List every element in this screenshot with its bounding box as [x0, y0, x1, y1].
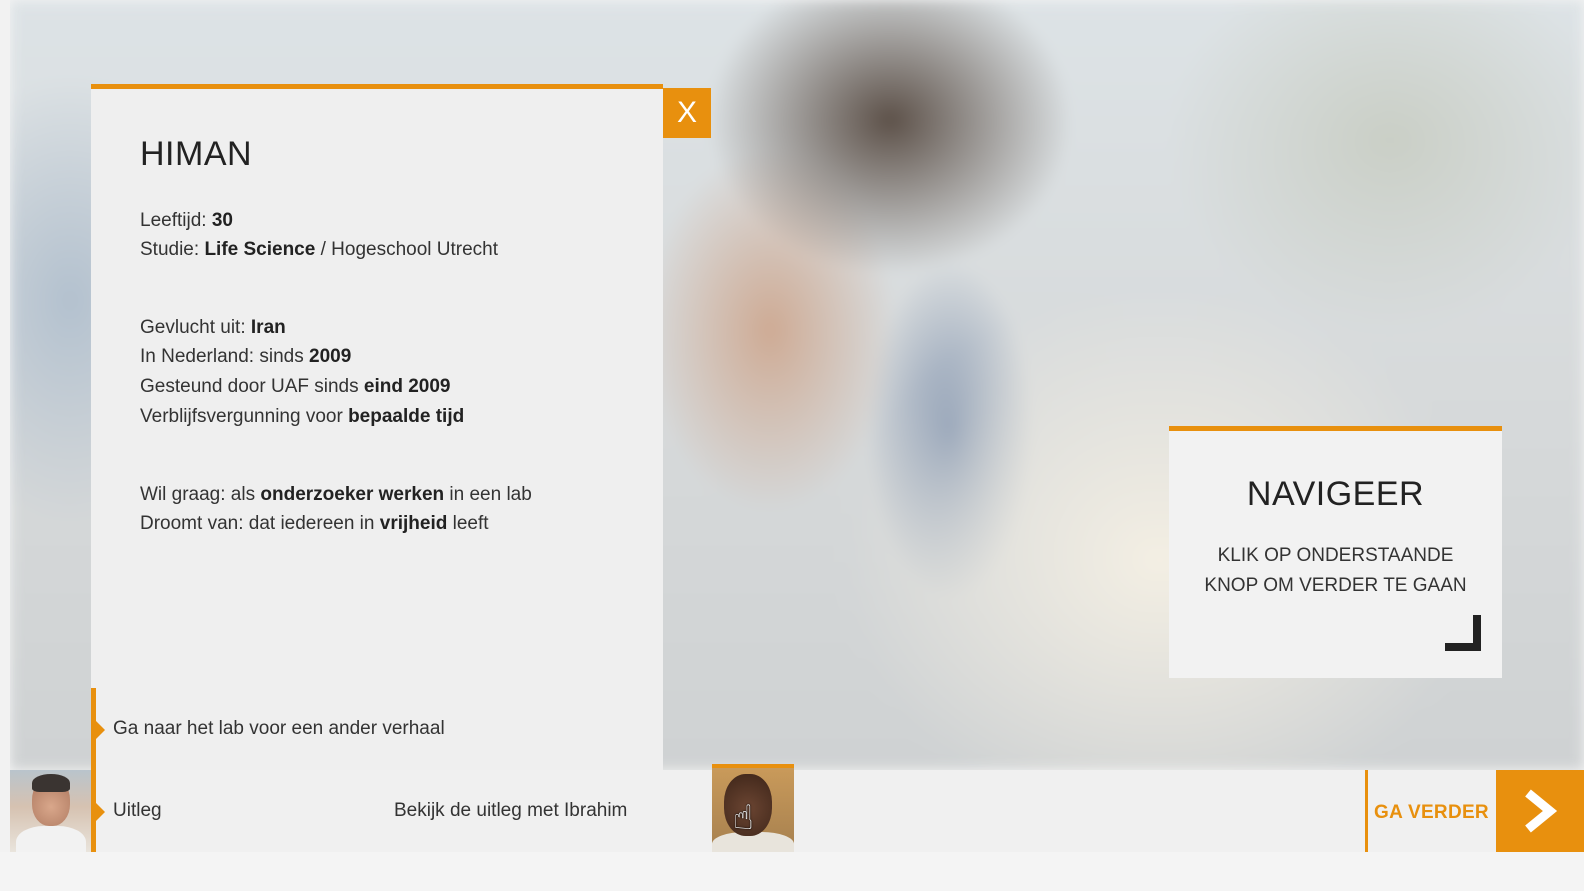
- navigate-instructions: KLIK OP ONDERSTAANDE KNOP OM VERDER TE G…: [1169, 541, 1502, 601]
- fled-label: Gevlucht uit:: [140, 317, 251, 338]
- age-value: 30: [211, 210, 233, 231]
- bottom-strip: [0, 852, 1584, 891]
- dream-line: Droomt van: dat iedereen in vrijheid lee…: [140, 513, 489, 535]
- residence-line: Verblijfsvergunning voor bepaalde tijd: [140, 406, 464, 428]
- dream-label: Droomt van: dat iedereen in: [140, 513, 380, 534]
- avatar[interactable]: [10, 770, 91, 852]
- navigate-line-2: KNOP OM VERDER TE GAAN: [1204, 575, 1467, 596]
- wish-label: Wil graag: als: [140, 484, 261, 505]
- bottom-bar: [10, 770, 1584, 852]
- marker-arrow-icon: [96, 803, 105, 821]
- study-line: Studie: Life Science / Hogeschool Utrech…: [140, 239, 498, 261]
- netherlands-line: In Nederland: sinds 2009: [140, 346, 351, 368]
- netherlands-label: In Nederland: sinds: [140, 346, 309, 367]
- marker-bar: [91, 688, 96, 852]
- wish-value: onderzoeker werken: [260, 484, 445, 505]
- hand-pointer-icon: ☝: [733, 799, 754, 837]
- profile-card: HIMAN Leeftijd: 30 Studie: Life Science …: [91, 84, 663, 770]
- study-school: / Hogeschool Utrecht: [315, 239, 499, 260]
- corner-arrow-icon: [1445, 615, 1481, 651]
- close-button[interactable]: X: [663, 88, 711, 138]
- supported-label: Gesteund door UAF sinds: [140, 376, 364, 397]
- fled-value: Iran: [250, 317, 286, 338]
- profile-name: HIMAN: [140, 135, 253, 173]
- verder-divider: [1365, 770, 1368, 852]
- age-line: Leeftijd: 30: [140, 210, 233, 232]
- wish-line: Wil graag: als onderzoeker werken in een…: [140, 484, 532, 506]
- netherlands-value: 2009: [309, 346, 352, 367]
- ibrahim-link[interactable]: Bekijk de uitleg met Ibrahim: [394, 800, 627, 822]
- age-label: Leeftijd:: [140, 210, 212, 231]
- study-value: Life Science: [204, 239, 316, 260]
- study-label: Studie:: [140, 239, 205, 260]
- wish-rest: in een lab: [444, 484, 532, 505]
- marker-arrow-icon: [96, 721, 105, 739]
- ga-verder-label[interactable]: GA VERDER: [1374, 802, 1489, 824]
- supported-line: Gesteund door UAF sinds eind 2009: [140, 376, 451, 398]
- uitleg-link[interactable]: Uitleg: [113, 800, 162, 822]
- residence-value: bepaalde tijd: [348, 406, 465, 427]
- next-button[interactable]: [1496, 770, 1584, 852]
- dream-rest: leeft: [447, 513, 489, 534]
- navigate-line-1: KLIK OP ONDERSTAANDE: [1217, 545, 1454, 566]
- dream-value: vrijheid: [379, 513, 448, 534]
- lab-link[interactable]: Ga naar het lab voor een ander verhaal: [113, 718, 445, 740]
- supported-value: eind 2009: [363, 376, 451, 397]
- residence-label: Verblijfsvergunning voor: [140, 406, 349, 427]
- fled-line: Gevlucht uit: Iran: [140, 317, 286, 339]
- navigate-panel: NAVIGEER KLIK OP ONDERSTAANDE KNOP OM VE…: [1169, 426, 1502, 678]
- close-icon: X: [676, 96, 697, 129]
- left-edge: [0, 0, 10, 891]
- navigate-title: NAVIGEER: [1246, 475, 1425, 513]
- chevron-right-icon: [1525, 789, 1558, 833]
